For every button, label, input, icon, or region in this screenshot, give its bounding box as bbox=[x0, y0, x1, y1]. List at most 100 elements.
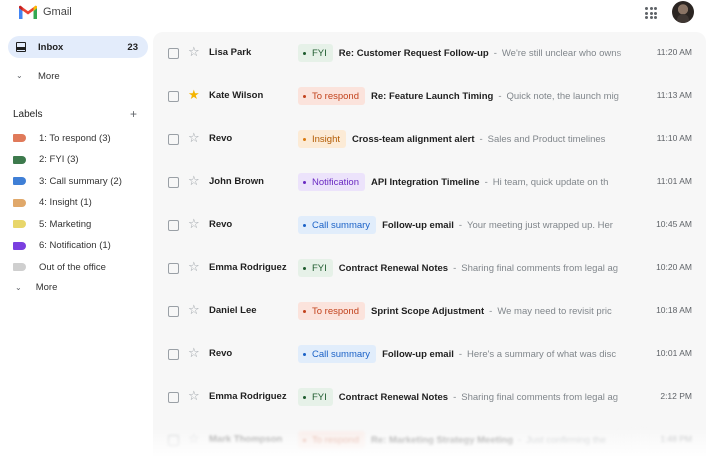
checkbox-icon[interactable] bbox=[168, 134, 179, 145]
snippet-fade bbox=[613, 85, 648, 107]
email-label-chip: FYI bbox=[298, 388, 333, 406]
checkbox-icon[interactable] bbox=[168, 349, 179, 360]
checkbox-icon[interactable] bbox=[168, 220, 179, 231]
email-subject: Contract Renewal Notes bbox=[338, 391, 449, 403]
label-tag-icon bbox=[13, 220, 26, 228]
email-summary: Call summary Follow-up email - Your meeting… bbox=[298, 214, 648, 236]
email-row[interactable]: ☆ Daniel Lee To respond Sprint Scope Adjust… bbox=[153, 290, 706, 333]
subject-separator: - bbox=[479, 133, 483, 145]
email-time: 11:10 AM bbox=[656, 133, 692, 143]
checkbox-icon[interactable] bbox=[168, 306, 179, 317]
chevron-down-icon: ⌄ bbox=[16, 71, 23, 80]
inbox-icon bbox=[16, 42, 26, 52]
sidebar-item-more[interactable]: ⌄ More bbox=[8, 65, 148, 87]
email-label-text: Call summary bbox=[312, 348, 371, 360]
email-time: 11:20 AM bbox=[656, 47, 692, 57]
email-label-text: FYI bbox=[312, 262, 327, 274]
sidebar-label-text: 4: Insight (1) bbox=[39, 197, 92, 208]
email-summary: To respond Sprint Scope Adjustment - We may… bbox=[298, 300, 648, 322]
email-sender: John Brown bbox=[209, 176, 264, 187]
email-subject: Follow-up email bbox=[382, 348, 454, 360]
labels-more[interactable]: ⌄ More bbox=[13, 279, 57, 295]
email-label-text: FYI bbox=[312, 391, 327, 403]
star-icon[interactable]: ☆ bbox=[188, 346, 200, 359]
email-row[interactable]: ☆ Emma Rodriguez FYI Contract Renewal Notes… bbox=[153, 247, 706, 290]
label-dot-icon bbox=[303, 395, 306, 399]
sidebar-label[interactable]: 2: FYI (3) bbox=[13, 152, 79, 168]
email-sender: Emma Rodriguez bbox=[209, 391, 287, 402]
sidebar-label[interactable]: Out of the office bbox=[13, 259, 106, 275]
sidebar-label[interactable]: 1: To respond (3) bbox=[13, 130, 111, 146]
snippet-fade bbox=[613, 214, 648, 236]
top-bar: Gmail bbox=[0, 0, 714, 28]
label-tag-icon bbox=[13, 241, 26, 250]
sidebar-label-text: 6: Notification (1) bbox=[39, 240, 111, 251]
email-label-chip: FYI bbox=[298, 259, 333, 277]
checkbox-icon[interactable] bbox=[168, 263, 179, 274]
label-dot-icon bbox=[303, 137, 306, 141]
email-sender: Emma Rodriguez bbox=[209, 262, 287, 273]
snippet-fade bbox=[613, 300, 648, 322]
snippet-fade bbox=[613, 171, 648, 193]
apps-grid-icon[interactable] bbox=[645, 7, 657, 19]
email-subject: Re: Customer Request Follow-up bbox=[338, 47, 489, 59]
email-time: 10:45 AM bbox=[656, 219, 692, 229]
sidebar-label-text: Out of the office bbox=[39, 261, 106, 273]
email-label-text: To respond bbox=[312, 90, 360, 102]
checkbox-icon[interactable] bbox=[168, 392, 179, 403]
sidebar: Inbox 23 ⌄ More Labels + 1: To respond (… bbox=[0, 28, 150, 458]
sidebar-item-label: More bbox=[38, 71, 60, 82]
star-icon[interactable]: ☆ bbox=[188, 389, 200, 402]
email-row[interactable]: ☆ Lisa Park FYI Re: Customer Request Follow… bbox=[153, 32, 706, 75]
inbox-count: 23 bbox=[127, 42, 138, 53]
star-icon[interactable]: ☆ bbox=[188, 303, 200, 316]
subject-separator: - bbox=[498, 90, 502, 102]
subject-separator: - bbox=[458, 219, 463, 231]
email-sender: Revo bbox=[209, 219, 233, 230]
gmail-logo-icon[interactable] bbox=[18, 5, 38, 20]
email-sender: Kate Wilson bbox=[209, 90, 264, 101]
email-snippet: Hi team, quick update on th bbox=[492, 176, 609, 188]
email-row[interactable]: ☆ Emma Rodriguez FYI Contract Renewal Notes… bbox=[153, 376, 706, 419]
email-label-chip: Call summary bbox=[298, 216, 377, 234]
labels-heading: Labels bbox=[13, 109, 43, 120]
label-tag-icon bbox=[13, 177, 26, 185]
label-dot-icon bbox=[303, 266, 306, 270]
email-subject: Sprint Scope Adjustment bbox=[371, 305, 485, 317]
email-summary: To respond Re: Feature Launch Timing - Quic… bbox=[298, 85, 648, 107]
sidebar-label[interactable]: 3: Call summary (2) bbox=[13, 173, 122, 189]
email-time: 2:12 PM bbox=[660, 391, 692, 401]
labels-more-label: More bbox=[35, 281, 58, 293]
sidebar-label[interactable]: 5: Marketing bbox=[13, 216, 91, 232]
plus-icon[interactable]: + bbox=[130, 107, 137, 121]
sidebar-label-text: 2: FYI (3) bbox=[39, 154, 79, 165]
star-icon[interactable]: ☆ bbox=[188, 45, 200, 58]
sidebar-label[interactable]: 6: Notification (1) bbox=[13, 238, 111, 254]
label-dot-icon bbox=[303, 352, 306, 356]
sidebar-item-inbox[interactable]: Inbox 23 bbox=[8, 36, 148, 58]
star-icon[interactable]: ☆ bbox=[188, 217, 200, 230]
snippet-fade bbox=[613, 128, 648, 150]
star-icon[interactable]: ☆ bbox=[188, 131, 200, 144]
email-row[interactable]: ☆ Revo Call summary Follow-up email - Your me… bbox=[153, 204, 706, 247]
snippet-fade bbox=[613, 343, 648, 365]
checkbox-icon[interactable] bbox=[168, 177, 179, 188]
label-tag-icon bbox=[13, 134, 26, 142]
email-row[interactable]: ☆ John Brown Notification API Integration T… bbox=[153, 161, 706, 204]
email-row[interactable]: ☆ Revo Insight Cross-team alignment alert - S… bbox=[153, 118, 706, 161]
email-row[interactable]: ★ Kate Wilson To respond Re: Feature Launch… bbox=[153, 75, 706, 118]
email-summary: FYI Contract Renewal Notes - Sharing final … bbox=[298, 257, 648, 279]
avatar[interactable] bbox=[672, 1, 694, 23]
star-icon[interactable]: ☆ bbox=[188, 260, 200, 273]
email-list: ☆ Lisa Park FYI Re: Customer Request Follow… bbox=[153, 32, 706, 458]
checkbox-icon[interactable] bbox=[168, 48, 179, 59]
star-icon[interactable]: ★ bbox=[188, 88, 200, 101]
email-subject: Follow-up email bbox=[382, 219, 454, 231]
label-tag-icon bbox=[13, 263, 26, 271]
sidebar-label[interactable]: 4: Insight (1) bbox=[13, 195, 92, 211]
checkbox-icon[interactable] bbox=[168, 91, 179, 102]
email-time: 10:18 AM bbox=[656, 305, 692, 315]
star-icon[interactable]: ☆ bbox=[188, 174, 200, 187]
email-row[interactable]: ☆ Revo Call summary Follow-up email - Here's … bbox=[153, 333, 706, 376]
email-sender: Daniel Lee bbox=[209, 305, 257, 316]
